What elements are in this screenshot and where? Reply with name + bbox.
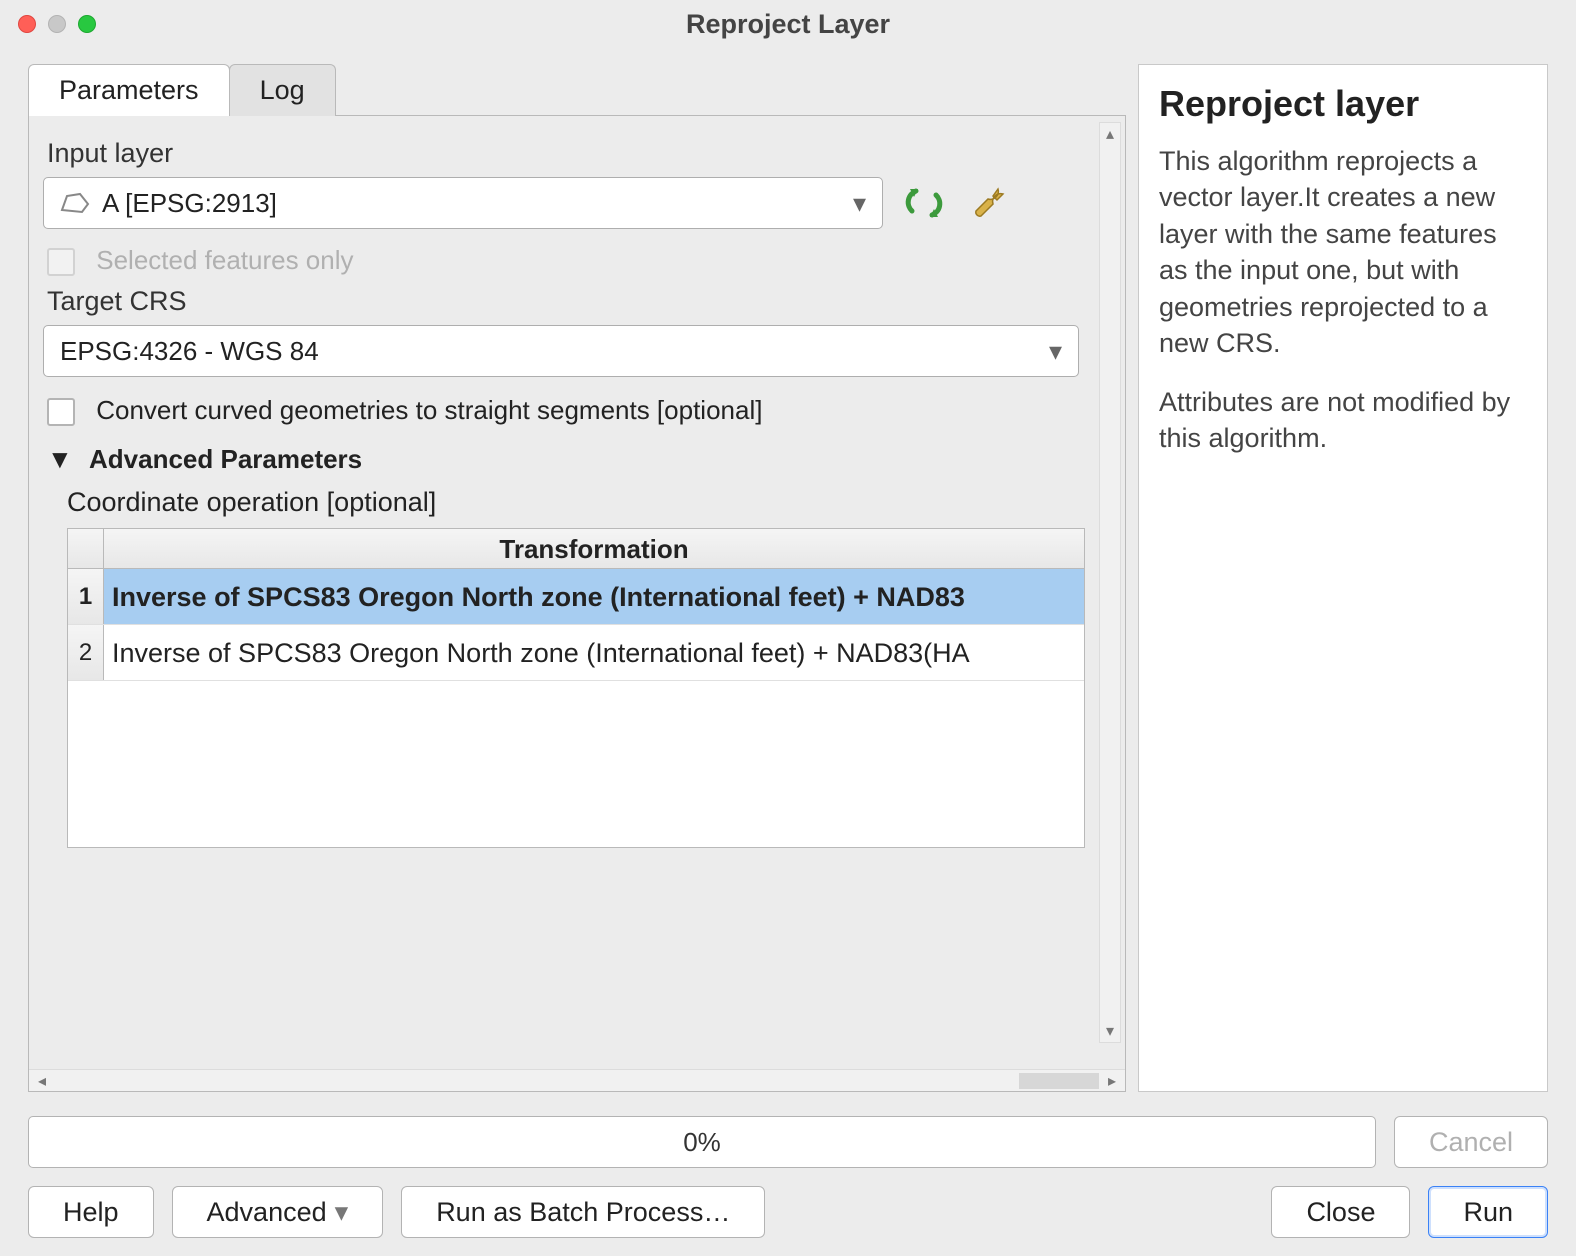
run-button[interactable]: Run bbox=[1428, 1186, 1548, 1238]
transformation-cell: Inverse of SPCS83 Oregon North zone (Int… bbox=[104, 569, 1084, 624]
input-layer-select[interactable]: A [EPSG:2913] ▾ bbox=[43, 177, 883, 229]
run-batch-button[interactable]: Run as Batch Process… bbox=[401, 1186, 765, 1238]
close-button[interactable]: Close bbox=[1271, 1186, 1410, 1238]
left-pane: Parameters Log Input layer A [EPSG:2913] bbox=[28, 64, 1126, 1092]
layer-settings-button[interactable] bbox=[965, 180, 1011, 226]
convert-curved-checkbox[interactable] bbox=[47, 398, 75, 426]
chevron-down-icon: ▾ bbox=[1049, 336, 1062, 367]
help-paragraph: This algorithm reprojects a vector layer… bbox=[1159, 143, 1527, 362]
horizontal-scrollbar[interactable]: ◂ ▸ bbox=[29, 1069, 1125, 1091]
scroll-up-icon[interactable]: ▴ bbox=[1100, 123, 1120, 145]
wrench-icon bbox=[968, 183, 1008, 223]
chevron-down-icon: ▾ bbox=[853, 188, 866, 219]
advanced-button-label: Advanced bbox=[207, 1197, 327, 1228]
tab-log[interactable]: Log bbox=[229, 64, 336, 116]
help-title: Reproject layer bbox=[1159, 83, 1527, 125]
table-row[interactable]: 1 Inverse of SPCS83 Oregon North zone (I… bbox=[68, 569, 1084, 625]
tabs: Parameters Log bbox=[28, 64, 1126, 116]
selected-features-checkbox bbox=[47, 248, 75, 276]
transformation-table[interactable]: Transformation 1 Inverse of SPCS83 Orego… bbox=[67, 528, 1085, 848]
target-crs-value: EPSG:4326 - WGS 84 bbox=[60, 336, 319, 367]
input-layer-label: Input layer bbox=[47, 138, 1085, 169]
progress-bar: 0% bbox=[28, 1116, 1376, 1168]
row-number: 1 bbox=[68, 569, 104, 624]
triangle-down-icon: ▼ bbox=[47, 444, 73, 475]
coordinate-operation-label: Coordinate operation [optional] bbox=[67, 487, 1085, 518]
input-layer-value: A [EPSG:2913] bbox=[102, 188, 277, 219]
window-title: Reproject Layer bbox=[0, 9, 1576, 40]
target-crs-label: Target CRS bbox=[47, 286, 1085, 317]
tab-parameters[interactable]: Parameters bbox=[28, 64, 230, 116]
row-number: 2 bbox=[68, 625, 104, 680]
help-button[interactable]: Help bbox=[28, 1186, 154, 1238]
transformation-cell: Inverse of SPCS83 Oregon North zone (Int… bbox=[104, 625, 1084, 680]
advanced-parameters-toggle[interactable]: ▼ Advanced Parameters bbox=[47, 444, 1085, 475]
refresh-icon bbox=[904, 183, 944, 223]
transformation-header: Transformation bbox=[104, 529, 1084, 568]
parameters-pane: Input layer A [EPSG:2913] ▾ bbox=[28, 115, 1126, 1092]
progress-text: 0% bbox=[683, 1127, 721, 1158]
advanced-button[interactable]: Advanced ▾ bbox=[172, 1186, 384, 1238]
scroll-right-icon[interactable]: ▸ bbox=[1101, 1071, 1123, 1091]
target-crs-select[interactable]: EPSG:4326 - WGS 84 ▾ bbox=[43, 325, 1079, 377]
help-paragraph: Attributes are not modified by this algo… bbox=[1159, 384, 1527, 457]
title-bar: Reproject Layer bbox=[0, 0, 1576, 48]
convert-curved-label: Convert curved geometries to straight se… bbox=[96, 395, 762, 425]
table-row[interactable]: 2 Inverse of SPCS83 Oregon North zone (I… bbox=[68, 625, 1084, 681]
cancel-button: Cancel bbox=[1394, 1116, 1548, 1168]
chevron-down-icon: ▾ bbox=[335, 1197, 349, 1228]
scroll-left-icon[interactable]: ◂ bbox=[31, 1071, 53, 1091]
advanced-parameters-heading: Advanced Parameters bbox=[89, 444, 362, 474]
selected-features-label: Selected features only bbox=[96, 245, 353, 275]
polygon-layer-icon bbox=[60, 192, 90, 214]
scroll-down-icon[interactable]: ▾ bbox=[1100, 1020, 1120, 1042]
reload-layers-button[interactable] bbox=[901, 180, 947, 226]
vertical-scrollbar[interactable]: ▴ ▾ bbox=[1099, 122, 1121, 1043]
scrollbar-thumb[interactable] bbox=[1019, 1073, 1099, 1089]
help-panel: ▸ Reproject layer This algorithm reproje… bbox=[1138, 64, 1548, 1092]
